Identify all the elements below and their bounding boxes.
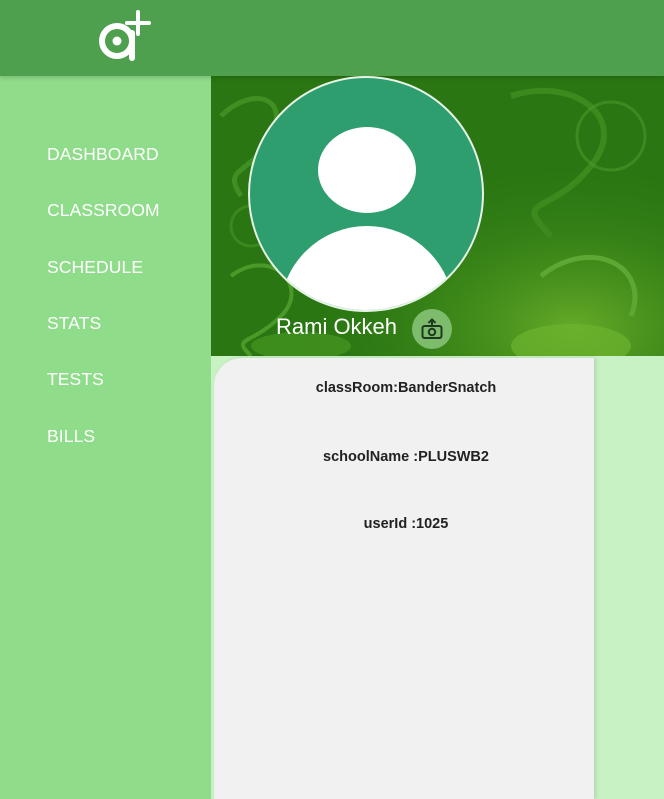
sidebar-item-tests[interactable]: TESTS [47,369,104,390]
sidebar-item-dashboard[interactable]: DASHBOARD [47,144,159,165]
user-info-card: classRoom:BanderSnatch schoolName :PLUSW… [214,358,594,799]
a-plus-logo-icon[interactable] [93,8,153,64]
user-name: Rami Okkeh [276,314,398,339]
avatar-head [318,127,416,213]
upload-photo-button[interactable] [412,309,452,349]
classroom-info: classRoom:BanderSnatch [315,380,497,396]
upload-photo-icon [421,318,443,339]
sidebar: DASHBOARD CLASSROOM SCHEDULE STATS TESTS… [0,76,211,799]
sidebar-item-schedule[interactable]: SCHEDULE [47,257,143,278]
avatar-body [280,226,454,310]
user-id-info: userId :1025 [363,516,449,532]
sidebar-item-classroom[interactable]: CLASSROOM [47,200,160,221]
sidebar-item-bills[interactable]: BILLS [47,426,95,447]
school-name-info: schoolName :PLUSWB2 [323,449,489,465]
user-avatar-icon [248,76,484,312]
sidebar-item-stats[interactable]: STATS [47,313,101,334]
top-header [0,0,664,76]
